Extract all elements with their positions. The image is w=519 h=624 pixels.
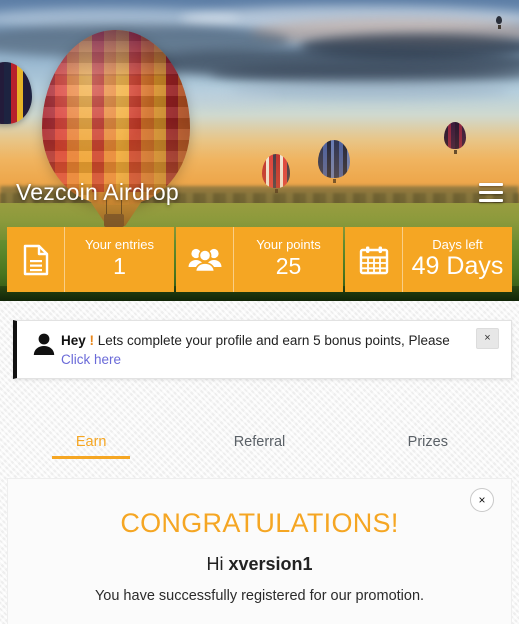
stat-card-entries[interactable]: Your entries 1: [7, 227, 174, 292]
tab-prizes[interactable]: Prizes: [344, 423, 512, 470]
distant-balloon: [496, 16, 502, 29]
stat-body: Your points 25: [234, 237, 343, 282]
tab-earn[interactable]: Earn: [7, 423, 175, 470]
hamburger-bar: [479, 198, 503, 202]
stat-value: 49 Days: [411, 252, 504, 280]
hero-banner: Vezcoin Airdrop Your entries 1 Your poin…: [0, 0, 519, 301]
content-tabs: Earn Referral Prizes: [7, 423, 512, 470]
stat-card-days-left[interactable]: Days left 49 Days: [345, 227, 512, 292]
alert-close-button[interactable]: ×: [476, 328, 499, 349]
balloon-basket: [104, 214, 124, 227]
click-here-link[interactable]: Click here: [61, 350, 121, 369]
cloud: [210, 62, 519, 84]
user-greeting: Hi xversion1: [8, 539, 511, 575]
hamburger-menu-icon[interactable]: [479, 182, 503, 202]
hamburger-bar: [479, 190, 503, 194]
username: xversion1: [228, 554, 313, 574]
stat-body: Your entries 1: [65, 237, 174, 282]
profile-completion-alert: Hey ! Lets complete your profile and ear…: [13, 320, 512, 379]
page-title: Vezcoin Airdrop: [16, 178, 179, 205]
congratulations-panel: × CONGRATULATIONS! Hi xversion1 You have…: [7, 478, 512, 624]
user-avatar-icon: [27, 330, 61, 356]
stat-label: Your entries: [85, 237, 154, 252]
stat-body: Days left 49 Days: [403, 237, 512, 282]
hero-title-bar: Vezcoin Airdrop: [0, 169, 519, 215]
congratulations-heading: CONGRATULATIONS!: [120, 508, 399, 538]
tab-referral[interactable]: Referral: [175, 423, 343, 470]
stat-label: Your points: [256, 237, 321, 252]
stat-card-points[interactable]: Your points 25: [176, 227, 343, 292]
stat-value: 25: [275, 253, 302, 279]
alert-lead: Hey: [61, 333, 90, 348]
stat-label: Days left: [432, 237, 483, 252]
calendar-icon: [345, 227, 403, 292]
users-group-icon: [176, 227, 234, 292]
alert-body-text: Lets complete your profile and earn 5 bo…: [94, 333, 450, 348]
document-icon: [7, 227, 65, 292]
stats-bar: Your entries 1 Your points 25 Days left …: [7, 227, 512, 292]
greeting-prefix: Hi: [206, 554, 229, 574]
hamburger-bar: [479, 182, 503, 186]
panel-close-button[interactable]: ×: [470, 488, 494, 512]
app-viewport: Vezcoin Airdrop Your entries 1 Your poin…: [0, 0, 519, 624]
alert-message: Hey ! Lets complete your profile and ear…: [61, 330, 468, 369]
distant-balloon: [444, 122, 466, 154]
registration-confirmation-text: You have successfully registered for our…: [94, 588, 425, 604]
stat-value: 1: [113, 253, 126, 279]
